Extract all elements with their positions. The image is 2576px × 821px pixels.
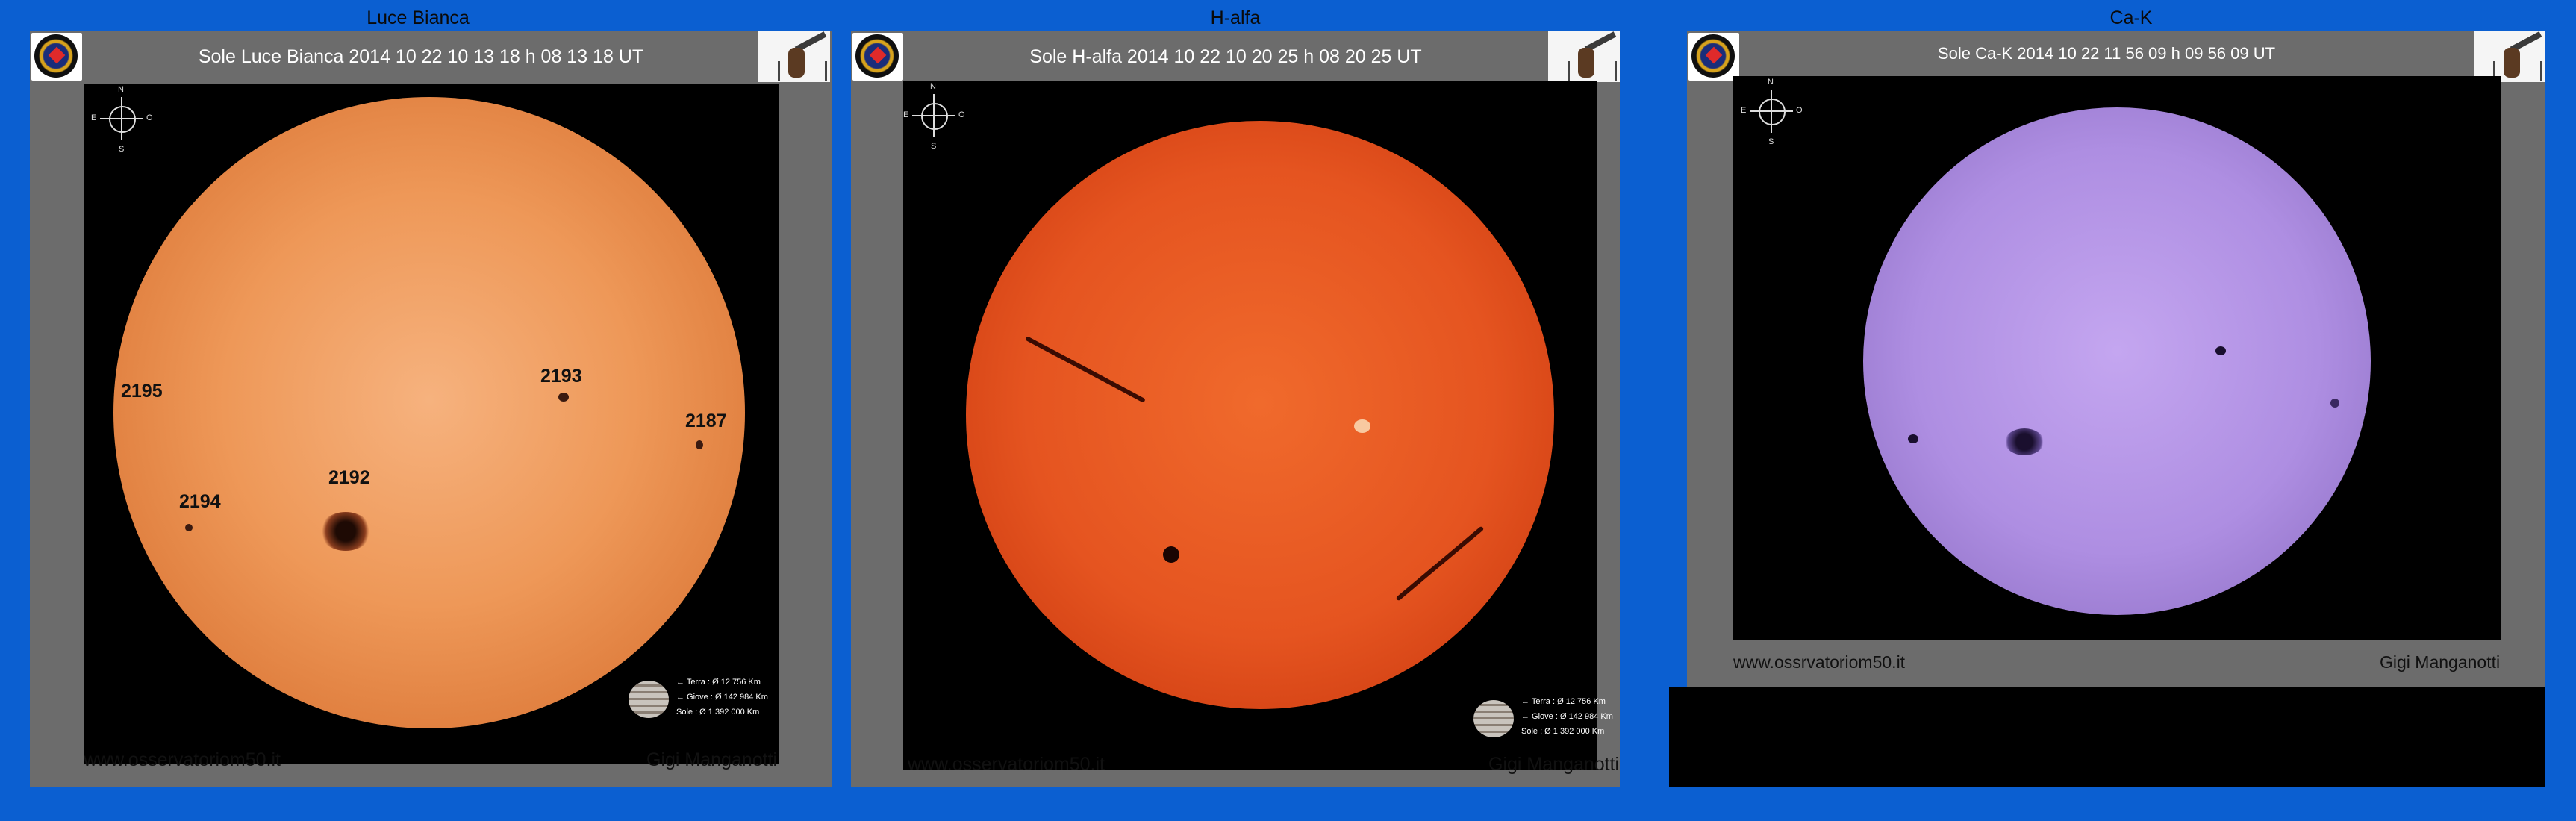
white-light-sky: N S E O 2195 2193 2187 2194 2192 ← Terra… xyxy=(84,84,779,764)
observatory-logo-icon xyxy=(852,33,903,81)
halpha-header: Sole H-alfa 2014 10 22 10 20 25 h 08 20 … xyxy=(1029,46,1422,67)
sunspot-2194 xyxy=(185,524,193,531)
website-footer: www.osservatoriom50.it xyxy=(84,749,281,770)
cak-frame: Sole Ca-K 2014 10 22 11 56 09 h 09 56 09… xyxy=(1687,31,2545,687)
cak-sun-disk xyxy=(1863,107,2371,615)
region-label-2194: 2194 xyxy=(179,491,221,512)
sunspot-group xyxy=(2005,428,2044,455)
observatory-logo-icon xyxy=(31,33,82,81)
compass-rose-icon: N S E O xyxy=(1741,78,1803,146)
white-light-sun-disk xyxy=(113,97,745,728)
sunspot xyxy=(2330,399,2339,408)
sunspot xyxy=(1908,434,1918,443)
halpha-sky: N S E O ← Terra : Ø 12 756 Km ← Giove : … xyxy=(903,81,1613,770)
author-footer: Gigi Manganotti xyxy=(2380,652,2501,672)
jupiter-icon xyxy=(1473,700,1514,737)
author-footer: Gigi Manganotti xyxy=(1488,754,1620,775)
compass-rose-icon: N S E O xyxy=(91,85,153,154)
compass-rose-icon: N S E O xyxy=(903,82,965,151)
region-label-2192: 2192 xyxy=(328,467,370,488)
jupiter-icon xyxy=(629,681,669,718)
size-scale-legend: ← Terra : Ø 12 756 Km ← Giove : Ø 142 98… xyxy=(629,673,778,725)
astronomer-telescope-icon xyxy=(758,31,830,82)
sunspot-group-2192 xyxy=(319,512,372,551)
halpha-frame: Sole H-alfa 2014 10 22 10 20 25 h 08 20 … xyxy=(851,31,1620,787)
sunspot-2193 xyxy=(558,393,569,402)
filament xyxy=(1025,336,1146,403)
cak-sky: N S E O xyxy=(1733,76,2501,640)
astronomer-telescope-icon xyxy=(1548,31,1620,82)
region-label-2195: 2195 xyxy=(121,381,163,402)
panel-title-white-light: Luce Bianca xyxy=(367,7,470,28)
observatory-logo-icon xyxy=(1688,33,1739,81)
website-footer: www.ossrvatoriom50.it xyxy=(1733,652,1906,672)
author-footer: Gigi Manganotti xyxy=(646,749,778,770)
sunspot-2187 xyxy=(696,440,703,449)
cak-bottom-black-area xyxy=(1669,687,2545,787)
website-footer: www.osservatoriom50.it xyxy=(908,754,1105,775)
filament xyxy=(1395,525,1485,602)
astronomer-telescope-icon xyxy=(2474,31,2545,82)
sunspot xyxy=(2215,346,2226,355)
white-light-frame: Sole Luce Bianca 2014 10 22 10 13 18 h 0… xyxy=(30,31,832,787)
sunspot xyxy=(1163,546,1179,563)
halpha-sun-disk xyxy=(966,121,1554,709)
panel-title-halpha: H-alfa xyxy=(1210,7,1261,28)
region-label-2193: 2193 xyxy=(540,366,582,387)
region-label-2187: 2187 xyxy=(685,410,727,431)
white-light-header: Sole Luce Bianca 2014 10 22 10 13 18 h 0… xyxy=(198,46,644,67)
size-scale-legend: ← Terra : Ø 12 756 Km ← Giove : Ø 142 98… xyxy=(1473,693,1623,745)
plage xyxy=(1354,419,1370,433)
panel-title-cak: Ca-K xyxy=(2109,7,2153,28)
cak-header: Sole Ca-K 2014 10 22 11 56 09 h 09 56 09… xyxy=(1937,44,2276,63)
